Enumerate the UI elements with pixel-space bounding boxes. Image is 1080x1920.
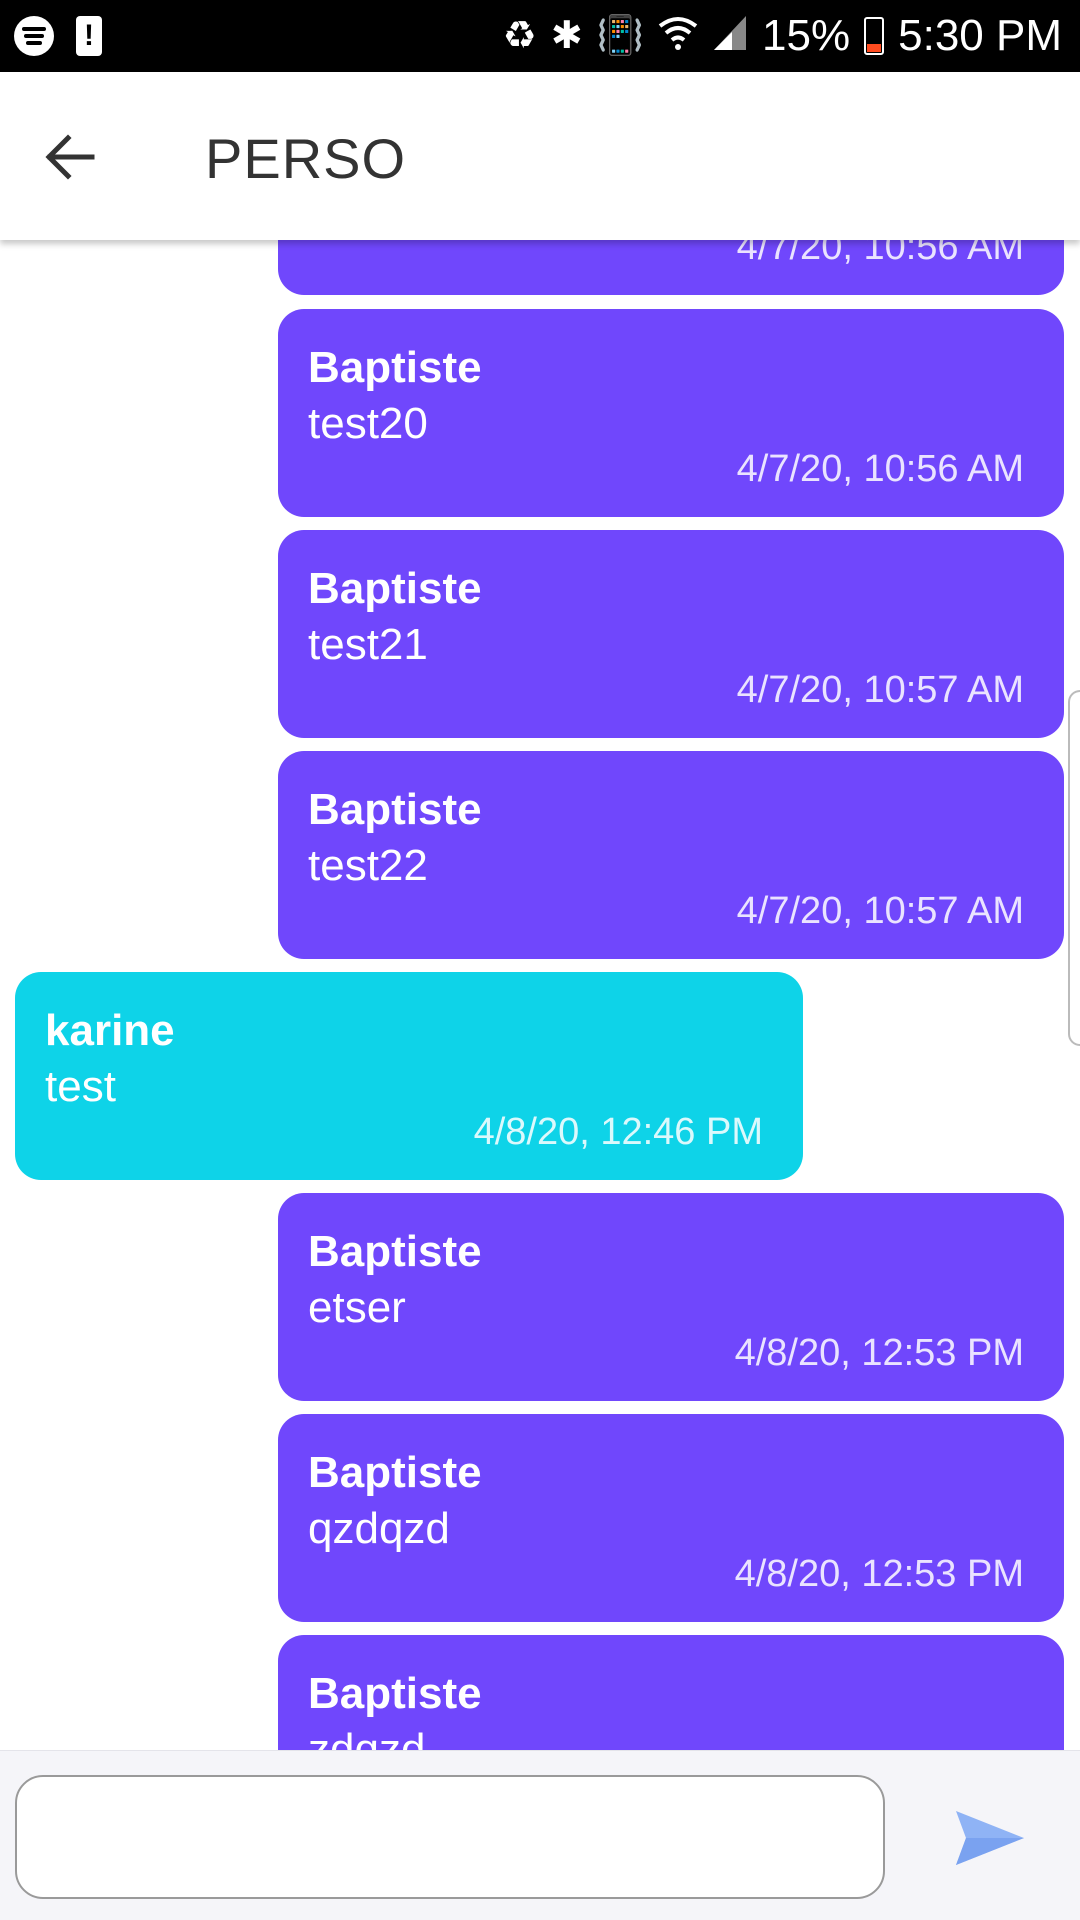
battery-saver-icon: ♻ bbox=[502, 15, 537, 57]
signal-icon bbox=[712, 14, 748, 59]
message-text: test bbox=[45, 1062, 116, 1111]
message-author: Baptiste bbox=[308, 343, 482, 392]
message-time: 4/8/20, 12:53 PM bbox=[734, 1553, 1024, 1595]
status-bar: ! ♻ ✱ 📳 15% 5:30 PM bbox=[0, 0, 1080, 72]
message-bubble: Baptiste test21 4/7/20, 10:57 AM bbox=[278, 530, 1064, 738]
message-bubble: Baptiste test22 4/7/20, 10:57 AM bbox=[278, 751, 1064, 959]
message-text: qzdqzd bbox=[308, 1504, 450, 1553]
message-author: Baptiste bbox=[308, 1448, 482, 1497]
message-bubble: 4/7/20, 10:56 AM bbox=[278, 240, 1064, 295]
battery-icon bbox=[864, 17, 885, 55]
message-author: Baptiste bbox=[308, 564, 482, 613]
message-time: 4/7/20, 10:56 AM bbox=[736, 240, 1024, 268]
send-button[interactable] bbox=[950, 1803, 1030, 1873]
message-text: test21 bbox=[308, 620, 428, 669]
scrollbar[interactable] bbox=[1068, 690, 1080, 1046]
message-bubble: Baptiste etser 4/8/20, 12:53 PM bbox=[278, 1193, 1064, 1401]
message-author: karine bbox=[45, 1006, 175, 1055]
message-bubble: Baptiste zdqzd bbox=[278, 1635, 1064, 1750]
message-list[interactable]: 4/7/20, 10:56 AM Baptiste test20 4/7/20,… bbox=[0, 240, 1080, 1750]
back-button[interactable] bbox=[36, 122, 106, 192]
message-text: test22 bbox=[308, 841, 428, 890]
vibrate-icon: 📳 bbox=[596, 15, 645, 57]
message-author: Baptiste bbox=[308, 1669, 482, 1718]
composer bbox=[0, 1750, 1080, 1920]
message-author: Baptiste bbox=[308, 785, 482, 834]
message-time: 4/7/20, 10:57 AM bbox=[736, 669, 1024, 711]
battery-percent: 15% bbox=[762, 11, 851, 60]
message-text: zdqzd bbox=[308, 1725, 426, 1750]
spotify-icon bbox=[14, 16, 54, 56]
message-time: 4/8/20, 12:53 PM bbox=[734, 1332, 1024, 1374]
page-title: PERSO bbox=[205, 127, 407, 190]
send-icon bbox=[956, 1811, 1024, 1865]
message-author: Baptiste bbox=[308, 1227, 482, 1276]
arrow-left-icon bbox=[45, 134, 95, 180]
message-bubble: Baptiste qzdqzd 4/8/20, 12:53 PM bbox=[278, 1414, 1064, 1622]
message-bubble: Baptiste test20 4/7/20, 10:56 AM bbox=[278, 309, 1064, 517]
status-time: 5:30 PM bbox=[898, 11, 1062, 60]
wifi-icon bbox=[658, 14, 698, 59]
message-bubble: karine test 4/8/20, 12:46 PM bbox=[15, 972, 803, 1180]
message-time: 4/7/20, 10:57 AM bbox=[736, 890, 1024, 932]
message-input[interactable] bbox=[15, 1775, 885, 1899]
message-text: etser bbox=[308, 1283, 406, 1332]
status-left: ! bbox=[14, 16, 102, 56]
message-time: 4/7/20, 10:56 AM bbox=[736, 448, 1024, 490]
bluetooth-icon: ✱ bbox=[550, 15, 583, 57]
app-header: PERSO bbox=[0, 72, 1080, 240]
message-time: 4/8/20, 12:46 PM bbox=[473, 1111, 763, 1153]
alert-icon: ! bbox=[76, 16, 102, 56]
message-text: test20 bbox=[308, 399, 428, 448]
status-right: ♻ ✱ 📳 15% 5:30 PM bbox=[503, 8, 1062, 64]
